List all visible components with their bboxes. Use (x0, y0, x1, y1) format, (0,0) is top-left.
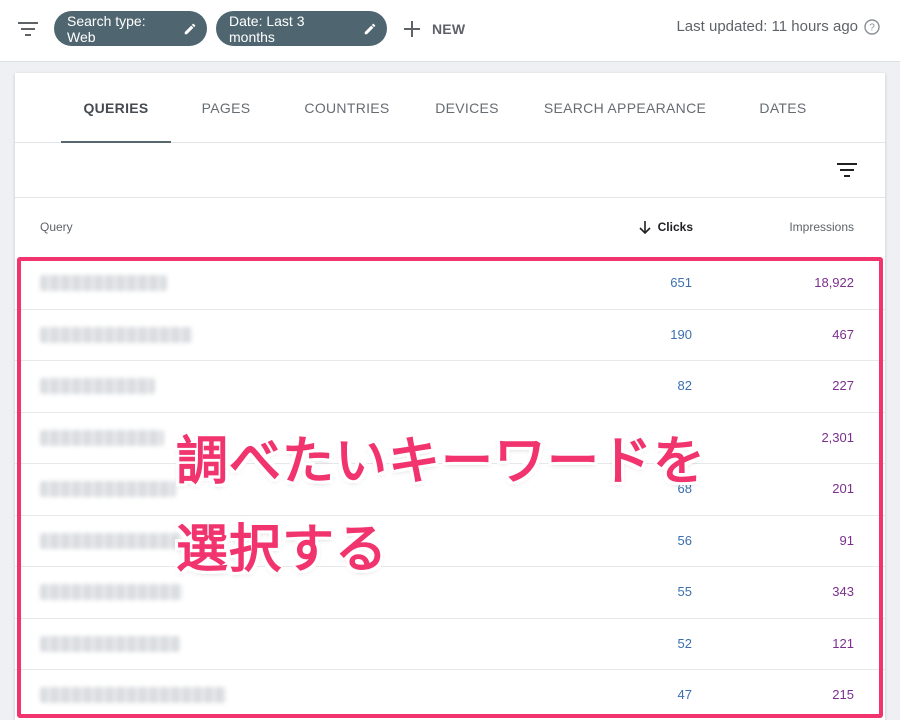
filter-bar: Search type: Web Date: Last 3 months NEW… (0, 0, 900, 62)
svg-text:?: ? (869, 22, 875, 33)
clicks-value: 190 (670, 326, 692, 342)
help-circle-icon[interactable]: ? (864, 18, 880, 35)
search-type-chip[interactable]: Search type: Web (54, 11, 207, 46)
impressions-value: 18,922 (814, 275, 854, 290)
performance-table-card: QUERIES PAGES COUNTRIES DEVICES SEARCH A… (15, 73, 885, 720)
impressions-value: 343 (832, 584, 854, 599)
impressions-value: 121 (832, 635, 854, 651)
blurred-query-text (40, 481, 176, 497)
date-range-chip[interactable]: Date: Last 3 months (216, 11, 387, 46)
annotation-line-1: 調べたいキーワードを (176, 432, 707, 492)
table-row[interactable]: 47 215 (15, 670, 885, 720)
impressions-value: 215 (832, 687, 854, 702)
tab-devices[interactable]: DEVICES (427, 73, 507, 143)
column-header-impressions[interactable]: Impressions (789, 220, 854, 234)
pencil-icon[interactable] (363, 22, 377, 36)
table-row[interactable]: 82 227 (15, 361, 885, 413)
blurred-query-text (40, 635, 180, 652)
column-header-clicks-label: Clicks (657, 220, 693, 234)
tab-countries[interactable]: COUNTRIES (297, 73, 397, 143)
annotation-line-2: 選択する (176, 520, 389, 580)
last-updated-text: Last updated: 11 hours ago (676, 18, 858, 35)
new-filter-button[interactable]: NEW (404, 14, 465, 44)
dimension-tabs: QUERIES PAGES COUNTRIES DEVICES SEARCH A… (15, 73, 885, 143)
clicks-value: 651 (670, 275, 692, 290)
tab-pages[interactable]: PAGES (187, 73, 265, 143)
chip-label: Search type: Web (67, 12, 146, 45)
tab-dates[interactable]: DATES (745, 73, 821, 143)
impressions-value: 201 (832, 481, 854, 496)
filter-list-icon[interactable] (835, 158, 859, 182)
column-header-clicks[interactable]: Clicks (635, 220, 693, 234)
blurred-query-text (40, 429, 164, 446)
chip-label: Date: Last 3 months (229, 12, 305, 45)
blurred-query-text (40, 275, 167, 291)
annotation-caption: 調べたいキーワードを 選択する (176, 418, 736, 594)
clicks-value: 82 (677, 378, 692, 393)
clicks-value: 52 (677, 635, 692, 651)
tab-search-appearance[interactable]: SEARCH APPEARANCE (537, 73, 713, 143)
impressions-value: 467 (832, 326, 854, 342)
blurred-query-text (40, 584, 182, 600)
table-row[interactable]: 651 18,922 (15, 258, 885, 310)
column-header-query[interactable]: Query (40, 220, 73, 234)
arrow-down-icon (639, 220, 651, 234)
last-updated: Last updated: 11 hours ago ? (676, 18, 880, 35)
impressions-value: 227 (832, 378, 854, 393)
tab-queries[interactable]: QUERIES (61, 73, 171, 143)
plus-icon (404, 21, 420, 37)
new-button-label: NEW (432, 21, 466, 37)
blurred-query-text (40, 378, 155, 394)
impressions-value: 91 (839, 532, 854, 548)
blurred-query-text (40, 687, 226, 703)
blurred-query-text (40, 532, 180, 549)
table-row[interactable]: 190 467 (15, 310, 885, 361)
table-row[interactable]: 52 121 (15, 619, 885, 670)
clicks-value: 47 (677, 687, 692, 702)
table-header: Query Clicks Impressions (15, 198, 885, 258)
impressions-value: 2,301 (821, 429, 854, 445)
blurred-query-text (40, 326, 192, 343)
filter-list-icon[interactable] (16, 17, 40, 41)
pencil-icon[interactable] (183, 22, 197, 36)
table-toolbar (15, 143, 885, 198)
